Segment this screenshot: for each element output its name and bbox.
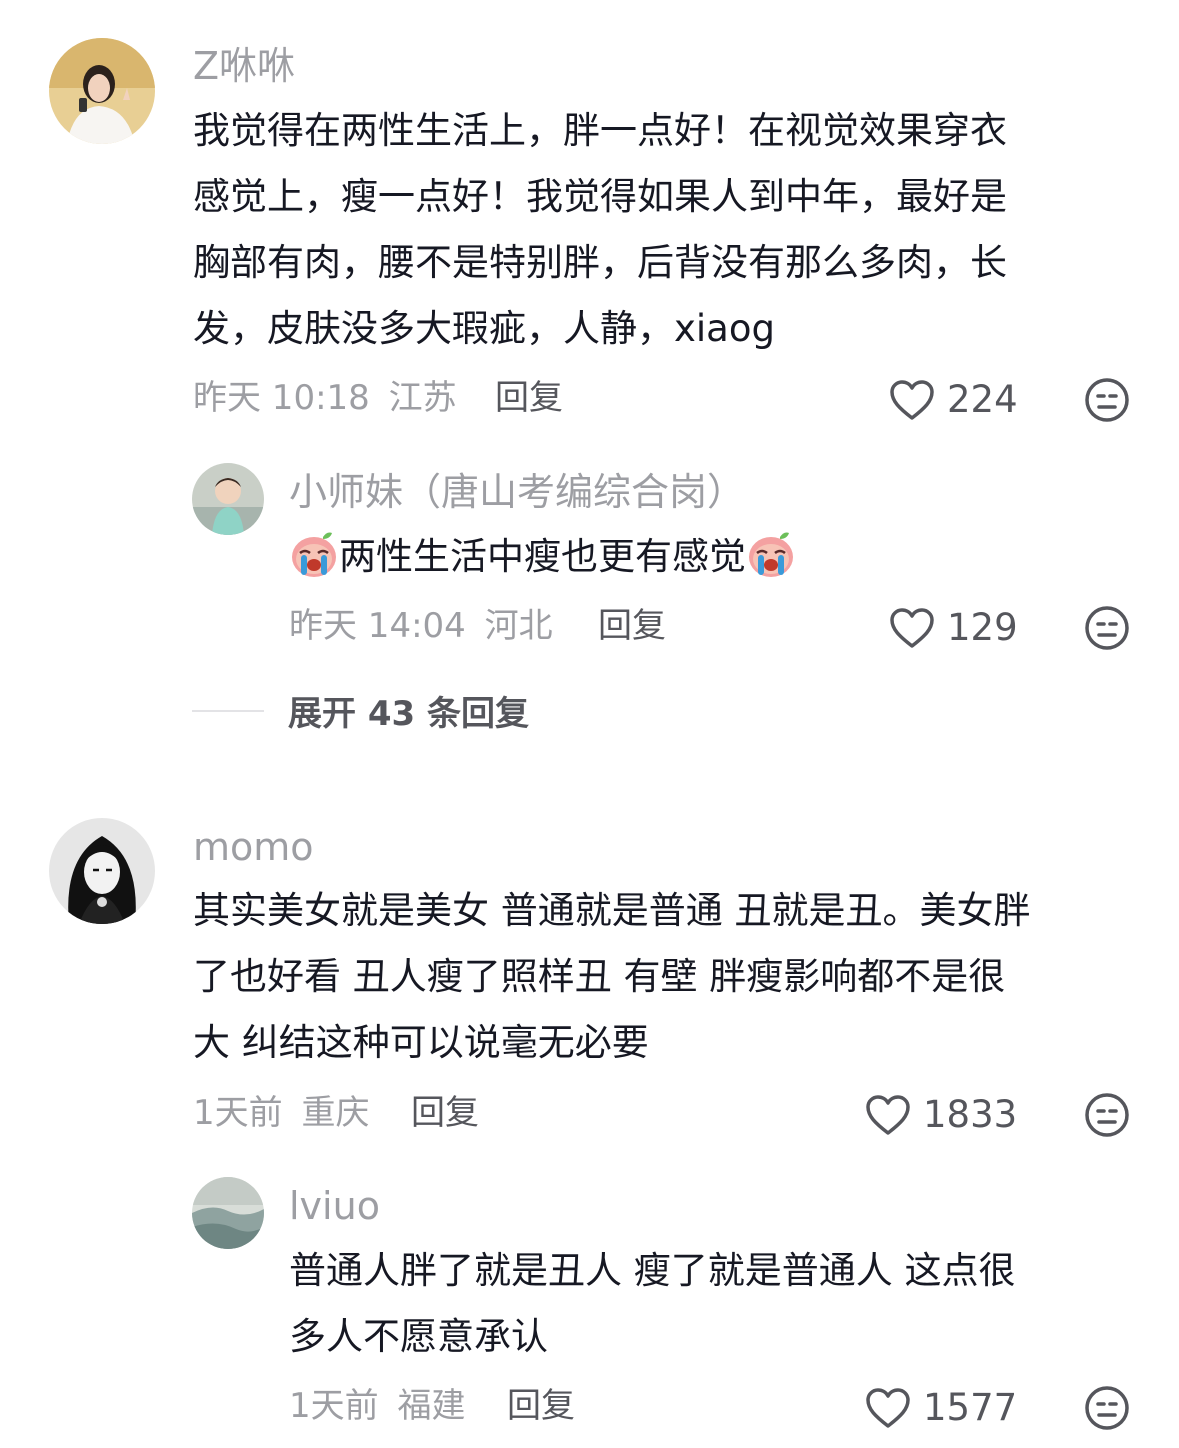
timestamp: 昨天 10:18	[193, 378, 370, 418]
avatar[interactable]	[49, 818, 155, 924]
comment-meta: 1天前 重庆	[193, 1091, 369, 1135]
heart-outline-icon	[866, 1388, 910, 1428]
heart-outline-icon	[890, 608, 934, 648]
meh-face-icon	[1085, 378, 1129, 422]
avatar[interactable]	[192, 463, 264, 535]
like-count: 129	[947, 606, 1018, 649]
dislike-button[interactable]	[1083, 1091, 1131, 1143]
comment-text: 我觉得在两性生活上，胖一点好！在视觉效果穿衣 感觉上，瘦一点好！我觉得如果人到中…	[193, 98, 1007, 362]
reply-text-content: 两性生活中瘦也更有感觉	[339, 535, 746, 578]
dislike-button[interactable]	[1083, 376, 1131, 428]
comment-meta: 昨天 14:04 河北	[289, 604, 553, 648]
reply-text-line: 多人不愿意承认	[289, 1315, 548, 1358]
like-button[interactable]: 1833	[865, 1093, 1017, 1137]
crying-face-icon	[746, 529, 796, 579]
timestamp: 1天前	[289, 1386, 379, 1426]
comment-text-line: 感觉上，瘦一点好！我觉得如果人到中年，最好是	[193, 175, 1007, 218]
like-count: 1577	[923, 1386, 1018, 1429]
expand-replies-button[interactable]: 展开 43 条回复	[192, 686, 529, 735]
dislike-button[interactable]	[1083, 604, 1131, 656]
reply-button[interactable]: 回复	[507, 1384, 575, 1428]
like-button[interactable]: 129	[889, 606, 1018, 650]
username[interactable]: Z咻咻	[193, 44, 295, 88]
meh-face-icon	[1085, 606, 1129, 650]
username[interactable]: momo	[193, 825, 314, 869]
reply-button[interactable]: 回复	[598, 604, 666, 648]
comment-meta: 1天前 福建	[289, 1384, 465, 1428]
timestamp: 昨天 14:04	[289, 606, 466, 646]
location: 福建	[397, 1386, 466, 1426]
like-button[interactable]: 224	[889, 378, 1018, 422]
like-button[interactable]: 1577	[865, 1386, 1017, 1430]
avatar[interactable]	[192, 1177, 264, 1249]
meh-face-icon	[1085, 1386, 1129, 1430]
meh-face-icon	[1085, 1093, 1129, 1137]
username[interactable]: 小师妹（唐山考编综合岗）	[289, 470, 745, 514]
comment-text: 其实美女就是美女 普通就是普通 丑就是丑。美女胖 了也好看 丑人瘦了照样丑 有壁…	[193, 878, 1031, 1076]
crying-face-icon	[289, 529, 339, 579]
comment-text-line: 了也好看 丑人瘦了照样丑 有壁 胖瘦影响都不是很	[193, 955, 1006, 998]
comment-meta: 昨天 10:18 江苏	[193, 376, 457, 420]
like-count: 1833	[923, 1093, 1018, 1136]
comment-text-line: 大 纠结这种可以说毫无必要	[193, 1021, 649, 1064]
reply-button[interactable]: 回复	[495, 376, 563, 420]
like-count: 224	[947, 378, 1018, 421]
comment-text-line: 我觉得在两性生活上，胖一点好！在视觉效果穿衣	[193, 109, 1007, 152]
comment-text-line: 发，皮肤没多大瑕疵，人静，xiaog	[193, 307, 775, 350]
avatar[interactable]	[49, 38, 155, 144]
divider	[192, 709, 264, 712]
reply-text-line: 普通人胖了就是丑人 瘦了就是普通人 这点很	[289, 1249, 1016, 1292]
heart-outline-icon	[866, 1095, 910, 1135]
dislike-button[interactable]	[1083, 1384, 1131, 1436]
timestamp: 1天前	[193, 1093, 283, 1133]
expand-replies-label: 展开 43 条回复	[288, 694, 529, 734]
location: 河北	[484, 606, 553, 646]
username[interactable]: lviuo	[289, 1184, 380, 1228]
location: 江苏	[388, 378, 457, 418]
reply-text: 普通人胖了就是丑人 瘦了就是普通人 这点很 多人不愿意承认	[289, 1238, 1016, 1370]
comment-text-line: 其实美女就是美女 普通就是普通 丑就是丑。美女胖	[193, 889, 1031, 932]
reply-text: 两性生活中瘦也更有感觉	[289, 524, 796, 590]
location: 重庆	[301, 1093, 370, 1133]
comment-text-line: 胸部有肉，腰不是特别胖，后背没有那么多肉，长	[193, 241, 1007, 284]
reply-button[interactable]: 回复	[411, 1091, 479, 1135]
heart-outline-icon	[890, 380, 934, 420]
